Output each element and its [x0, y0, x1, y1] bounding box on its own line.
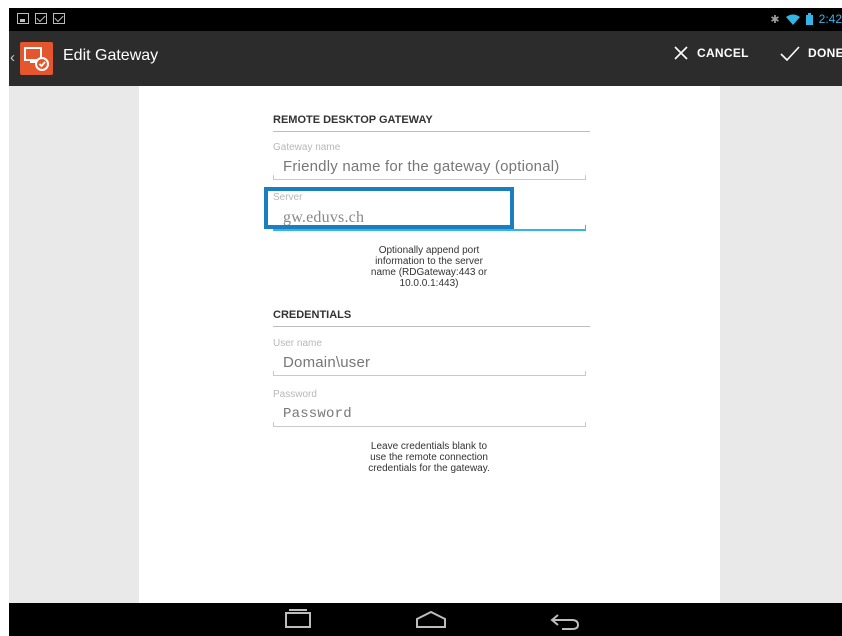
server-hint-line: Optionally append port: [378, 245, 480, 256]
server-hint-line: 10.0.0.1:443): [399, 278, 459, 289]
user-name-input[interactable]: Domain\user: [283, 354, 370, 371]
check-icon: [780, 46, 800, 61]
gallery-icon: [17, 13, 29, 24]
mail-icon: [53, 13, 65, 24]
navigation-bar: [9, 603, 842, 636]
mail-icon: [35, 13, 47, 24]
credentials-hint-line: credentials for the gateway.: [368, 463, 490, 474]
home-icon[interactable]: [415, 609, 447, 636]
cancel-button[interactable]: CANCEL: [673, 45, 749, 61]
divider: [273, 326, 590, 327]
password-label: Password: [273, 389, 317, 400]
clock: 2:42: [818, 12, 842, 26]
divider: [273, 131, 590, 132]
up-navigation-icon[interactable]: ‹: [10, 49, 15, 66]
cancel-label: CANCEL: [697, 46, 749, 60]
battery-icon: [805, 13, 813, 25]
recent-apps-icon[interactable]: [283, 609, 313, 636]
wifi-icon: [785, 14, 800, 25]
gateway-name-label: Gateway name: [273, 142, 341, 153]
action-bar: ‹ Edit Gateway CANCEL DONE: [9, 31, 842, 86]
password-underline: [273, 422, 586, 427]
server-hint: Optionally append port information to th…: [349, 245, 509, 289]
section-title-gateway: REMOTE DESKTOP GATEWAY: [273, 114, 433, 126]
done-button[interactable]: DONE: [780, 45, 842, 61]
credentials-hint: Leave credentials blank to use the remot…: [349, 441, 509, 474]
section-title-credentials: CREDENTIALS: [273, 309, 352, 321]
server-hint-line: name (RDGateway:443 or: [370, 267, 488, 278]
gateway-name-underline: [273, 175, 586, 180]
server-highlight-box: [264, 187, 514, 229]
server-underline: [273, 225, 586, 231]
back-icon[interactable]: [550, 609, 580, 636]
user-name-underline: [273, 371, 586, 376]
page-title: Edit Gateway: [63, 47, 159, 64]
server-hint-line: information to the server: [375, 256, 483, 267]
credentials-hint-line: Leave credentials blank to: [370, 441, 488, 452]
credentials-hint-line: use the remote connection: [370, 452, 488, 463]
done-label: DONE: [808, 46, 842, 60]
status-bar: ✱ 2:42: [9, 8, 842, 31]
user-name-label: User name: [273, 338, 322, 349]
edit-gateway-form: REMOTE DESKTOP GATEWAY Gateway name Frie…: [139, 86, 720, 607]
bluetooth-icon: ✱: [770, 13, 780, 26]
password-input[interactable]: Password: [283, 406, 352, 422]
device-screen: ✱ 2:42 ‹ Edit Gateway CANCEL DONE REMOTE…: [9, 8, 842, 636]
close-icon: [674, 46, 688, 60]
remote-desktop-app-icon[interactable]: [20, 42, 53, 75]
gateway-name-input[interactable]: Friendly name for the gateway (optional): [283, 158, 559, 175]
